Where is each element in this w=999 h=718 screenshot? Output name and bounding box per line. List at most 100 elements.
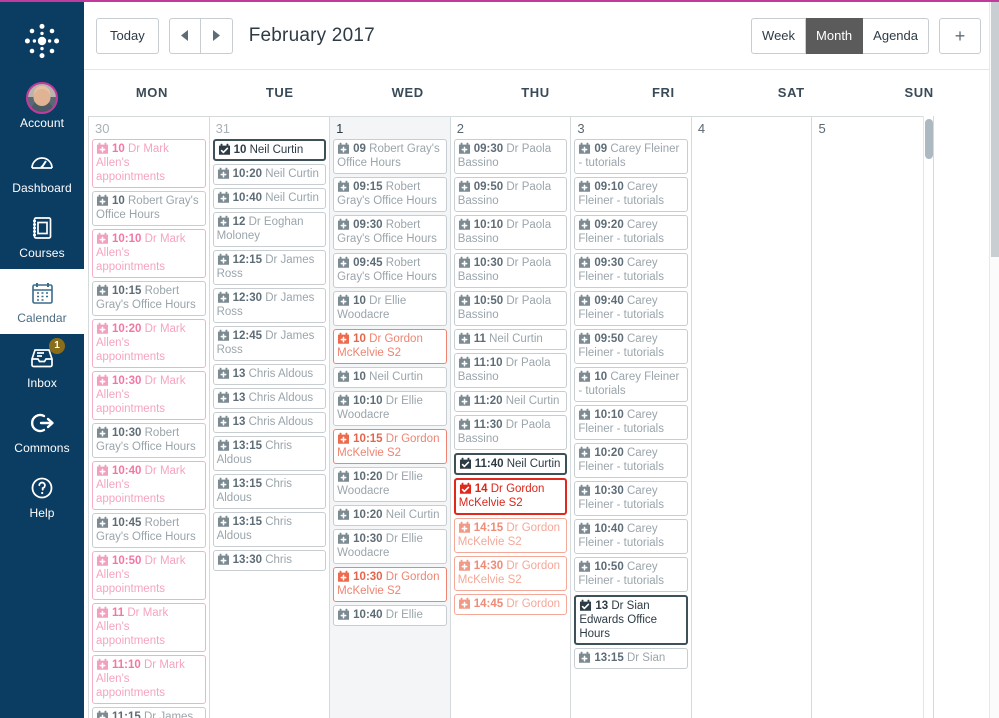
calendar-event[interactable]: 09:30 Robert Gray's Office Hours xyxy=(333,215,447,250)
calendar-event[interactable]: 14:30 Dr Gordon McKelvie S2 xyxy=(454,556,568,591)
calendar-event[interactable]: 11:30 Dr Paola Bassino xyxy=(454,415,568,450)
calendar-event[interactable]: 10:20 Carey Fleiner - tutorials xyxy=(574,443,688,478)
calendar-event[interactable]: 10:30 Dr Gordon McKelvie S2 xyxy=(333,567,447,602)
calendar-event[interactable]: 10:50 Dr Mark Allen's appointments xyxy=(92,551,206,600)
calendar-event[interactable]: 09:20 Carey Fleiner - tutorials xyxy=(574,215,688,250)
next-month-button[interactable] xyxy=(201,18,233,54)
calendar-vertical-scrollbar[interactable] xyxy=(923,116,934,718)
calendar-event[interactable]: 11 Dr Mark Allen's appointments xyxy=(92,603,206,652)
calendar-event[interactable]: 10 Carey Fleiner - tutorials xyxy=(574,367,688,402)
calendar-event[interactable]: 10 Neil Curtin xyxy=(213,139,327,161)
calendar-add-icon xyxy=(578,332,591,345)
calendar-event[interactable]: 11:20 Neil Curtin xyxy=(454,391,568,412)
calendar-event[interactable]: 11:10 Dr Paola Bassino xyxy=(454,353,568,388)
event-time: 10:15 xyxy=(353,433,382,445)
calendar-event[interactable]: 11 Neil Curtin xyxy=(454,329,568,350)
view-month-button[interactable]: Month xyxy=(806,18,863,54)
calendar-event[interactable]: 13:30 Chris xyxy=(213,550,327,571)
nav-item-dashboard[interactable]: Dashboard xyxy=(0,139,84,204)
calendar-event[interactable]: 10:30 Dr Ellie Woodacre xyxy=(333,529,447,564)
calendar-event[interactable]: 12:15 Dr James Ross xyxy=(213,250,327,285)
calendar-event[interactable]: 13 Dr Sian Edwards Office Hours xyxy=(574,595,688,645)
calendar-event[interactable]: 14:45 Dr Gordon xyxy=(454,594,568,615)
calendar-event[interactable]: 10:40 Dr Ellie xyxy=(333,605,447,626)
calendar-event[interactable]: 13 Chris Aldous xyxy=(213,364,327,385)
calendar-event[interactable]: 09:40 Carey Fleiner - tutorials xyxy=(574,291,688,326)
calendar-event[interactable]: 09:50 Carey Fleiner - tutorials xyxy=(574,329,688,364)
calendar-event[interactable]: 10 Dr Gordon McKelvie S2 xyxy=(333,329,447,364)
calendar-event[interactable]: 11:15 Dr James Ross xyxy=(92,707,206,718)
nav-label-courses: Courses xyxy=(19,246,64,260)
day-cell-2[interactable]: 209:30 Dr Paola Bassino09:50 Dr Paola Ba… xyxy=(451,117,572,718)
calendar-event[interactable]: 10:10 Dr Ellie Woodacre xyxy=(333,391,447,426)
view-week-button[interactable]: Week xyxy=(751,18,806,54)
event-title: Dr Paola Bassino xyxy=(458,181,551,207)
calendar-event[interactable]: 09 Robert Gray's Office Hours xyxy=(333,139,447,174)
view-agenda-button[interactable]: Agenda xyxy=(863,18,929,54)
calendar-event[interactable]: 10 Robert Gray's Office Hours xyxy=(92,191,206,226)
calendar-event[interactable]: 10 Dr Mark Allen's appointments xyxy=(92,139,206,188)
calendar-event[interactable]: 11:10 Dr Mark Allen's appointments xyxy=(92,655,206,704)
calendar-event[interactable]: 10:15 Dr Gordon McKelvie S2 xyxy=(333,429,447,464)
calendar-event[interactable]: 11:40 Neil Curtin xyxy=(454,453,568,475)
day-cell-4[interactable]: 4 xyxy=(692,117,813,718)
calendar-event[interactable]: 10 Dr Ellie Woodacre xyxy=(333,291,447,326)
calendar-event[interactable]: 12:30 Dr James Ross xyxy=(213,288,327,323)
calendar-event[interactable]: 09:15 Robert Gray's Office Hours xyxy=(333,177,447,212)
calendar-event[interactable]: 13 Chris Aldous xyxy=(213,412,327,433)
calendar-event[interactable]: 10:40 Neil Curtin xyxy=(213,188,327,209)
calendar-event[interactable]: 10:40 Carey Fleiner - tutorials xyxy=(574,519,688,554)
calendar-event[interactable]: 14 Dr Gordon McKelvie S2 xyxy=(454,478,568,515)
nav-item-calendar[interactable]: Calendar xyxy=(0,269,84,334)
nav-item-inbox[interactable]: 1 Inbox xyxy=(0,334,84,399)
calendar-event[interactable]: 10:30 Robert Gray's Office Hours xyxy=(92,423,206,458)
calendar-event[interactable]: 10:30 Dr Mark Allen's appointments xyxy=(92,371,206,420)
day-cell-30[interactable]: 3010 Dr Mark Allen's appointments10 Robe… xyxy=(89,117,210,718)
calendar-event[interactable]: 14:15 Dr Gordon McKelvie S2 xyxy=(454,518,568,553)
page-vertical-scrollbar[interactable] xyxy=(989,2,999,718)
nav-item-account[interactable]: Account xyxy=(0,74,84,139)
calendar-event[interactable]: 13:15 Dr Sian xyxy=(574,648,688,669)
page-scrollbar-thumb[interactable] xyxy=(991,2,999,257)
nav-item-help[interactable]: Help xyxy=(0,464,84,529)
calendar-event[interactable]: 12 Dr Eoghan Moloney xyxy=(213,212,327,247)
calendar-event[interactable]: 10:50 Carey Fleiner - tutorials xyxy=(574,557,688,592)
calendar-event[interactable]: 10:50 Dr Paola Bassino xyxy=(454,291,568,326)
calendar-event[interactable]: 09 Carey Fleiner - tutorials xyxy=(574,139,688,174)
day-cell-1[interactable]: 109 Robert Gray's Office Hours09:15 Robe… xyxy=(330,117,451,718)
day-cell-31[interactable]: 3110 Neil Curtin10:20 Neil Curtin10:40 N… xyxy=(210,117,331,718)
calendar-event[interactable]: 09:10 Carey Fleiner - tutorials xyxy=(574,177,688,212)
calendar-event[interactable]: 10:20 Dr Mark Allen's appointments xyxy=(92,319,206,368)
calendar-event[interactable]: 13:15 Chris Aldous xyxy=(213,436,327,471)
canvas-logo[interactable] xyxy=(0,8,84,74)
calendar-event[interactable]: 10:10 Carey Fleiner - tutorials xyxy=(574,405,688,440)
calendar-event[interactable]: 09:45 Robert Gray's Office Hours xyxy=(333,253,447,288)
calendar-event[interactable]: 10:30 Carey Fleiner - tutorials xyxy=(574,481,688,516)
calendar-event[interactable]: 10:45 Robert Gray's Office Hours xyxy=(92,513,206,548)
create-event-button[interactable]: + xyxy=(939,18,981,54)
calendar-event[interactable]: 10:20 Neil Curtin xyxy=(213,164,327,185)
nav-item-courses[interactable]: Courses xyxy=(0,204,84,269)
day-cell-5[interactable]: 5 xyxy=(812,117,933,718)
calendar-event[interactable]: 10:20 Dr Ellie Woodacre xyxy=(333,467,447,502)
calendar-event[interactable]: 10:30 Dr Paola Bassino xyxy=(454,253,568,288)
scrollbar-thumb[interactable] xyxy=(925,119,933,159)
calendar-event[interactable]: 12:45 Dr James Ross xyxy=(213,326,327,361)
calendar-event[interactable]: 09:30 Carey Fleiner - tutorials xyxy=(574,253,688,288)
previous-month-button[interactable] xyxy=(169,18,201,54)
calendar-event[interactable]: 13:15 Chris Aldous xyxy=(213,474,327,509)
calendar-event[interactable]: 10:10 Dr Mark Allen's appointments xyxy=(92,229,206,278)
nav-item-commons[interactable]: Commons xyxy=(0,399,84,464)
calendar-event[interactable]: 09:30 Dr Paola Bassino xyxy=(454,139,568,174)
calendar-event[interactable]: 09:50 Dr Paola Bassino xyxy=(454,177,568,212)
today-button[interactable]: Today xyxy=(96,18,159,54)
calendar-event[interactable]: 13 Chris Aldous xyxy=(213,388,327,409)
day-cell-3[interactable]: 309 Carey Fleiner - tutorials09:10 Carey… xyxy=(571,117,692,718)
calendar-event[interactable]: 10:40 Dr Mark Allen's appointments xyxy=(92,461,206,510)
calendar-event[interactable]: 10:20 Neil Curtin xyxy=(333,505,447,526)
calendar-week-row: 3010 Dr Mark Allen's appointments10 Robe… xyxy=(88,116,933,718)
calendar-event[interactable]: 10:15 Robert Gray's Office Hours xyxy=(92,281,206,316)
calendar-event[interactable]: 10 Neil Curtin xyxy=(333,367,447,388)
calendar-event[interactable]: 10:10 Dr Paola Bassino xyxy=(454,215,568,250)
calendar-event[interactable]: 13:15 Chris Aldous xyxy=(213,512,327,547)
